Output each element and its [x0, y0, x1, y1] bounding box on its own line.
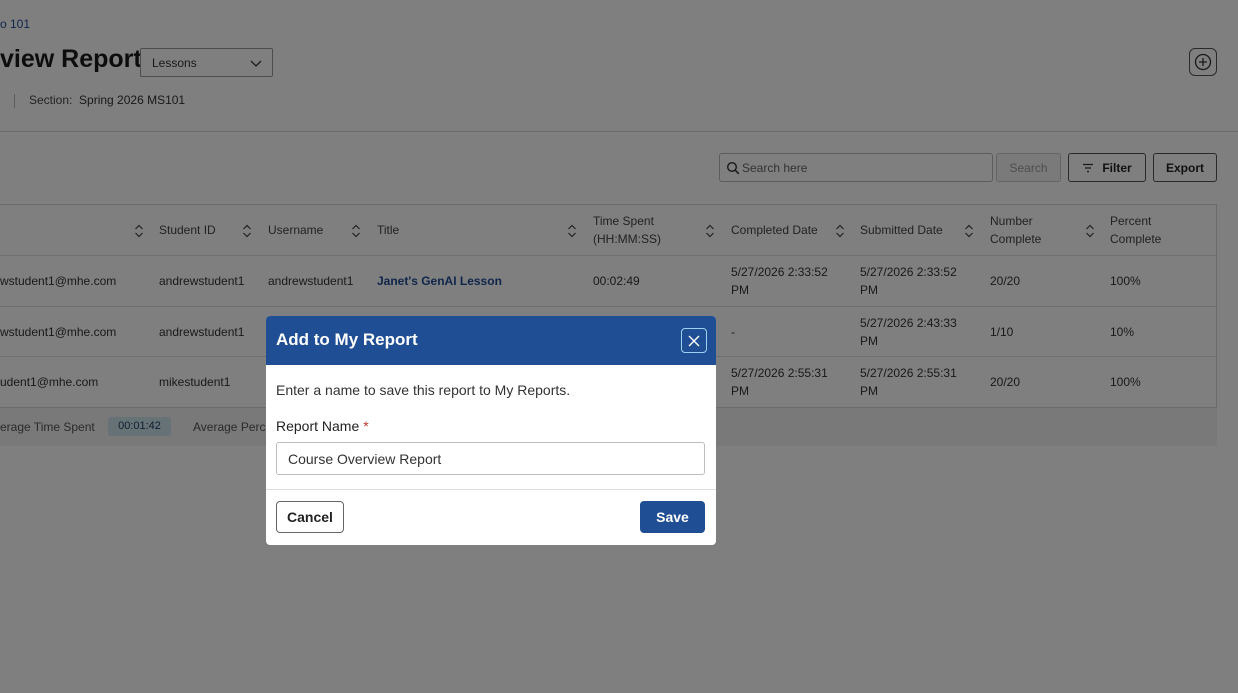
close-icon: [688, 335, 700, 346]
required-marker: *: [363, 418, 369, 434]
page: o 101 view Report Lessons Section: Sprin…: [0, 0, 1238, 693]
dialog-description: Enter a name to save this report to My R…: [276, 382, 571, 398]
dialog-title: Add to My Report: [276, 330, 418, 349]
report-name-input[interactable]: [276, 442, 705, 475]
save-button[interactable]: Save: [640, 501, 705, 533]
add-to-report-dialog: Add to My Report Enter a name to save th…: [266, 316, 716, 545]
dialog-header: Add to My Report: [266, 316, 716, 365]
dialog-footer-divider: [266, 489, 716, 490]
report-name-label: Report Name *: [276, 418, 369, 434]
report-name-label-text: Report Name: [276, 418, 360, 434]
close-button[interactable]: [681, 328, 707, 353]
cancel-button[interactable]: Cancel: [276, 501, 344, 533]
